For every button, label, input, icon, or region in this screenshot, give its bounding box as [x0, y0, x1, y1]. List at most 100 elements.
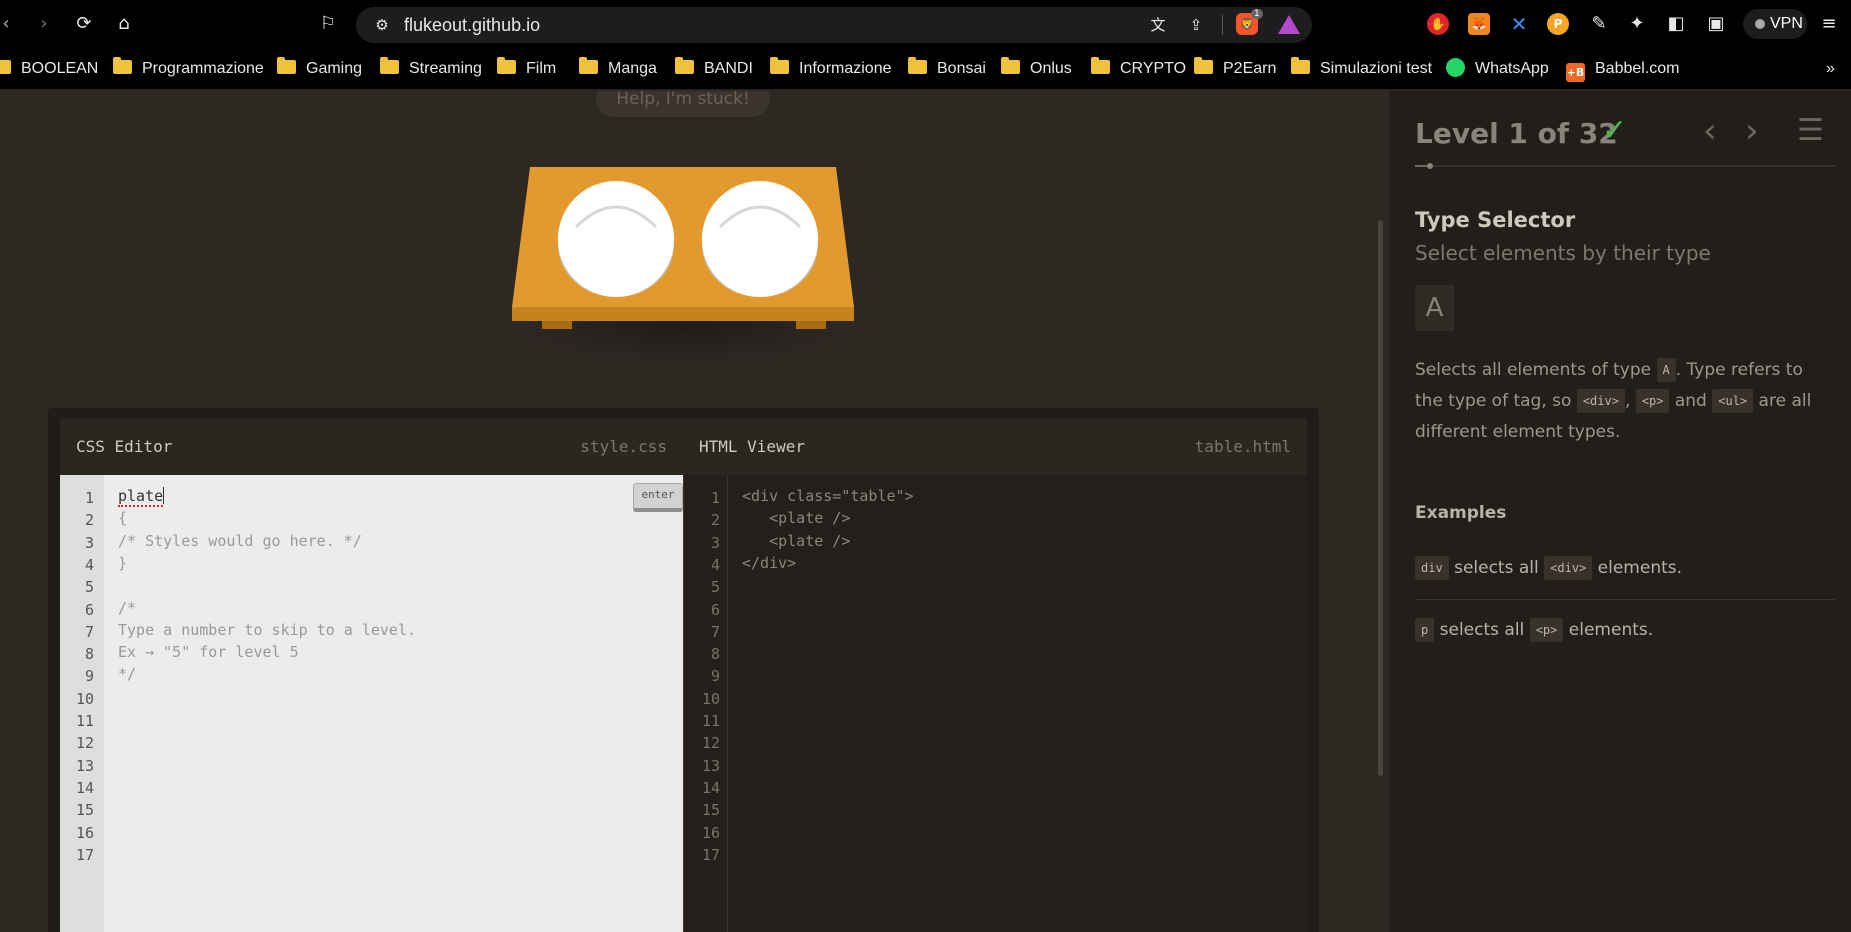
bookmark-label: P2Earn [1223, 60, 1277, 77]
line-number: 11 [701, 712, 720, 730]
css-editor-header: CSS Editor style.css [60, 419, 683, 475]
page-scrollbar-thumb[interactable] [1378, 220, 1383, 776]
level-menu-icon[interactable]: ☰ [1797, 113, 1824, 149]
enter-button[interactable]: enter [633, 483, 683, 512]
completed-check-icon: ✓ [1602, 113, 1628, 148]
bookmark-label: Gaming [306, 60, 363, 77]
adblock-extension-icon[interactable]: ✋ [1427, 13, 1449, 35]
whatsapp-icon [1446, 58, 1465, 77]
bookmark-folder-programmazione[interactable]: Programmazione [113, 57, 264, 80]
metamask-extension-icon[interactable]: 🦊 [1468, 13, 1490, 35]
forward-icon[interactable]: › [32, 12, 56, 36]
bookmark-label: Babbel.com [1595, 60, 1680, 77]
line-number: 5 [84, 578, 94, 597]
code-line: </div> [742, 553, 797, 572]
folder-icon [380, 57, 399, 74]
bookmark-folder-boolean[interactable]: BOOLEAN [0, 58, 98, 80]
line-number: 14 [75, 778, 94, 797]
folder-icon [1291, 57, 1310, 74]
line-number: 17 [701, 845, 720, 864]
browser-toolbar: ‹ › ⟳ ⌂ ⚐ ⚙ flukeout.github.io 文 ⇪ 🦁 1 ✋… [0, 0, 1851, 48]
brave-rewards-icon[interactable] [1278, 15, 1300, 34]
bookmark-label: Informazione [799, 60, 892, 77]
previous-level-icon[interactable]: ‹ [1703, 113, 1717, 149]
extension-x-icon[interactable]: ✕ [1508, 13, 1530, 35]
bookmarks-overflow-button[interactable]: » [1826, 58, 1835, 80]
selector-name: Type Selector [1415, 208, 1576, 232]
line-number: 8 [84, 645, 94, 664]
folder-icon [497, 57, 516, 74]
site-settings-icon[interactable]: ⚙ [370, 13, 394, 37]
bookmark-folder-streaming[interactable]: Streaming [380, 57, 482, 80]
code-line: /* Styles would go here. */ [118, 531, 362, 550]
home-icon[interactable]: ⌂ [112, 12, 136, 36]
folder-icon [579, 57, 598, 74]
bookmark-folder-onlus[interactable]: Onlus [1001, 57, 1072, 80]
menu-icon[interactable]: ≡ [1817, 12, 1841, 36]
code-line: <div class="table"> [742, 487, 914, 505]
line-number: 16 [75, 823, 94, 842]
sidebar-toggle-icon[interactable]: ◧ [1664, 12, 1688, 36]
reload-icon[interactable]: ⟳ [72, 12, 96, 36]
line-number: 7 [84, 622, 94, 641]
bookmark-folder-bonsai[interactable]: Bonsai [908, 57, 986, 80]
html-viewer-filename: table.html [1194, 437, 1291, 456]
code-line: <plate /> [742, 531, 851, 550]
bookmark-folder-crypto[interactable]: CRYPTO [1091, 57, 1186, 80]
bookmark-folder-film[interactable]: Film [497, 57, 557, 80]
code-line: { [118, 509, 128, 528]
line-number: 6 [710, 600, 720, 619]
share-icon[interactable]: ⇪ [1184, 13, 1208, 37]
example-item: p selects all <p> elements. [1415, 617, 1835, 643]
next-level-icon[interactable]: › [1745, 113, 1759, 149]
folder-icon [277, 57, 296, 74]
vpn-button[interactable]: VPN [1743, 9, 1807, 39]
line-number: 10 [75, 689, 94, 708]
code-line: <plate /> [742, 509, 851, 528]
example-text: elements. [1563, 620, 1654, 640]
selector-subtitle: Select elements by their type [1415, 241, 1711, 265]
translate-icon[interactable]: 文 [1146, 13, 1170, 37]
css-selector-input[interactable]: plate [118, 487, 165, 507]
folder-icon [675, 57, 694, 74]
extensions-icon[interactable]: ✦ [1625, 12, 1649, 36]
bookmark-label: Simulazioni test [1320, 60, 1433, 77]
css-editor-filename: style.css [580, 437, 667, 456]
bookmark-folder-gaming[interactable]: Gaming [277, 57, 363, 80]
bookmark-folder-manga[interactable]: Manga [579, 57, 657, 80]
line-number: 15 [701, 801, 720, 820]
code-line: /* [118, 598, 137, 617]
bookmark-label: Film [526, 60, 557, 77]
extension-p-icon[interactable]: P [1547, 13, 1569, 35]
example-code: div [1415, 556, 1449, 580]
back-icon[interactable]: ‹ [0, 12, 18, 36]
bookmark-folder-simulazioni-test[interactable]: Simulazioni test [1291, 57, 1433, 80]
line-number: 7 [710, 622, 720, 641]
example-tag: <p> [1529, 618, 1564, 642]
help-button[interactable]: Help, I'm stuck! [596, 91, 770, 117]
wallet-icon[interactable]: ▣ [1704, 12, 1728, 36]
color-picker-icon[interactable]: ✎ [1587, 12, 1611, 36]
folder-icon [0, 60, 11, 74]
line-number: 10 [701, 689, 720, 708]
code-line: Ex → "5" for level 5 [118, 643, 299, 662]
divider [1415, 599, 1835, 600]
bookmark-babbel[interactable]: +B Babbel.com [1566, 58, 1680, 82]
folder-icon [1001, 57, 1020, 74]
bookmark-label: Onlus [1030, 60, 1072, 77]
bookmark-folder-informazione[interactable]: Informazione [770, 57, 892, 80]
bookmark-icon[interactable]: ⚐ [316, 12, 340, 36]
html-viewer-header: HTML Viewer table.html [683, 419, 1307, 475]
selector-description: Selects all elements of type A. Type ref… [1415, 355, 1835, 448]
example-tag: <div> [1544, 556, 1593, 580]
level-progress-bar [1415, 163, 1835, 169]
line-number: 6 [84, 600, 94, 619]
example-text: elements. [1592, 558, 1683, 578]
bookmark-whatsapp[interactable]: WhatsApp [1446, 58, 1549, 80]
folder-icon [1091, 57, 1110, 74]
line-number: 1 [84, 489, 94, 507]
bookmark-folder-p2earn[interactable]: P2Earn [1194, 57, 1277, 80]
address-bar[interactable]: ⚙ flukeout.github.io 文 ⇪ 🦁 1 [356, 7, 1312, 43]
css-editor[interactable]: 1 2 3 4 5 6 7 8 9 10 11 12 13 14 15 16 17 plate {/* Styl… [60, 475, 683, 932]
bookmark-folder-bandi[interactable]: BANDI [675, 57, 753, 80]
